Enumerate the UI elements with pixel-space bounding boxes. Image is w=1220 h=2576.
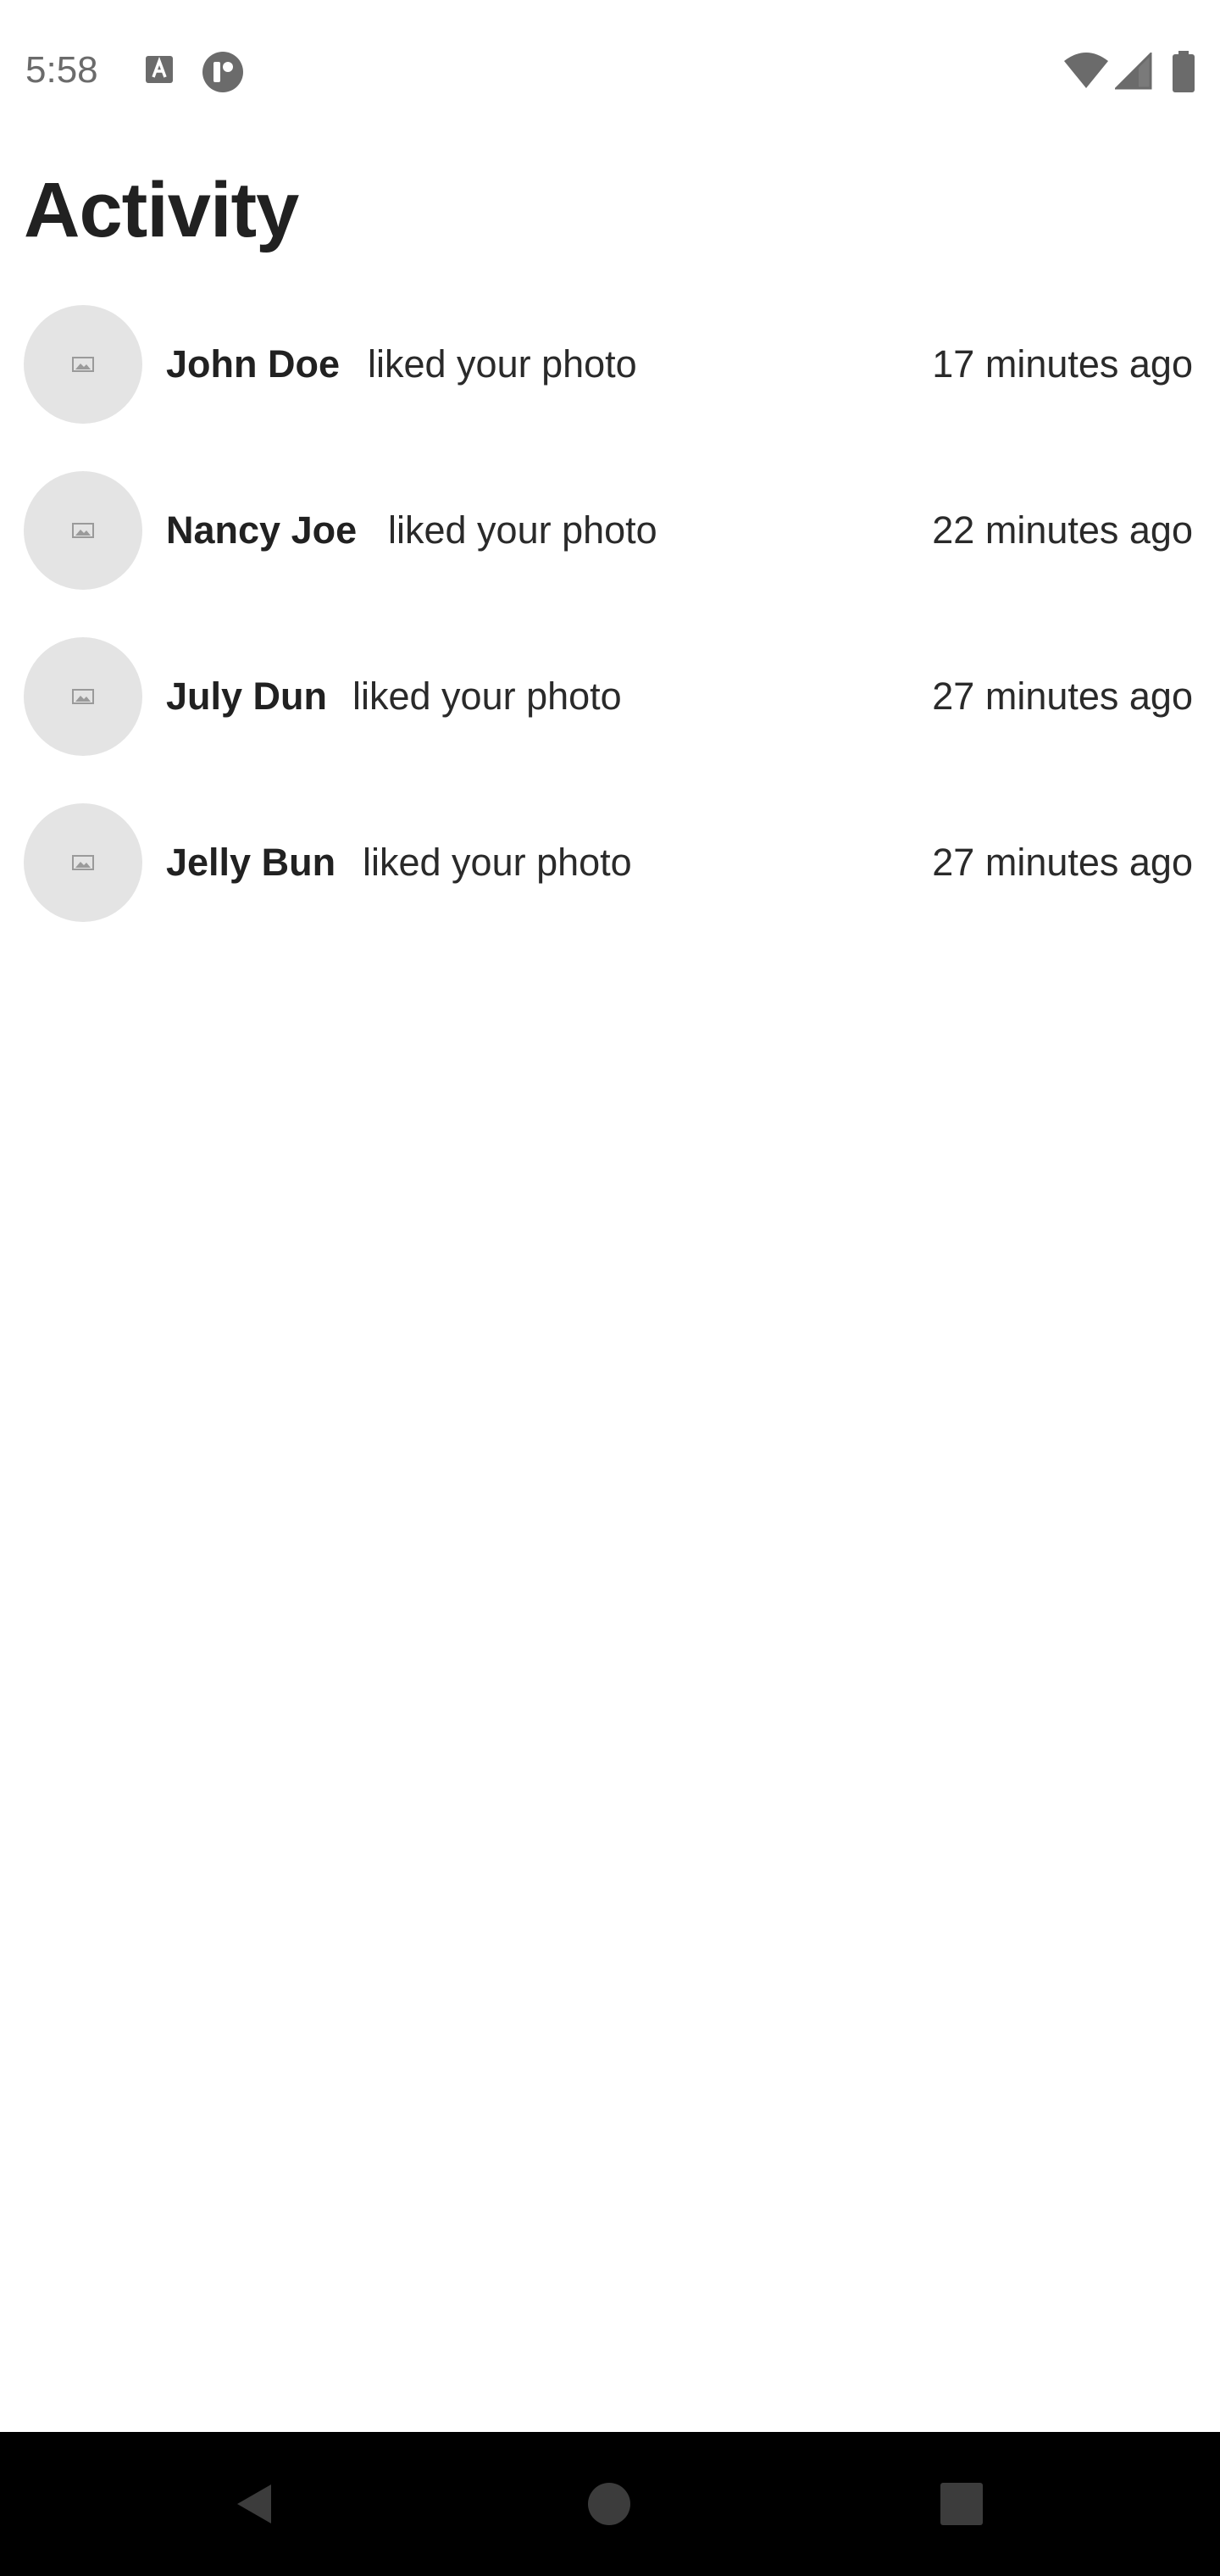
activity-action: liked your photo <box>363 841 632 884</box>
recents-icon[interactable] <box>932 2474 991 2534</box>
user-name[interactable]: Nancy Joe <box>166 508 357 552</box>
navigation-bar <box>0 2432 1220 2576</box>
user-name[interactable]: July Dun <box>166 675 327 719</box>
activity-row[interactable]: Nancy Joe liked your photo 22 minutes ag… <box>0 471 1220 637</box>
battery-icon <box>1171 51 1196 93</box>
image-placeholder-icon <box>72 357 94 372</box>
page-title: Activity <box>24 167 299 253</box>
activity-time: 22 minutes ago <box>932 508 1193 552</box>
home-icon[interactable] <box>580 2474 639 2534</box>
activity-row[interactable]: July Dun liked your photo 27 minutes ago <box>0 637 1220 803</box>
user-name[interactable]: Jelly Bun <box>166 841 336 885</box>
activity-action: liked your photo <box>352 675 622 718</box>
image-placeholder-icon <box>72 523 94 538</box>
activity-list: John Doe liked your photo 17 minutes ago… <box>0 305 1220 969</box>
user-name[interactable]: John Doe <box>166 342 340 386</box>
back-icon[interactable] <box>229 2474 288 2534</box>
image-placeholder-icon <box>72 855 94 870</box>
wifi-icon <box>1064 53 1108 90</box>
activity-time: 27 minutes ago <box>932 841 1193 884</box>
cell-signal-icon <box>1113 51 1152 90</box>
image-placeholder-icon <box>72 689 94 704</box>
avatar[interactable] <box>24 637 142 756</box>
text-a-icon <box>144 54 175 85</box>
activity-time: 17 minutes ago <box>932 342 1193 386</box>
status-bar: 5:58 <box>0 0 1220 144</box>
activity-action: liked your photo <box>388 508 657 552</box>
activity-time: 27 minutes ago <box>932 675 1193 718</box>
avatar[interactable] <box>24 803 142 922</box>
p-app-icon <box>202 51 244 93</box>
activity-row[interactable]: Jelly Bun liked your photo 27 minutes ag… <box>0 803 1220 969</box>
avatar[interactable] <box>24 305 142 424</box>
activity-action: liked your photo <box>368 342 637 386</box>
activity-row[interactable]: John Doe liked your photo 17 minutes ago <box>0 305 1220 471</box>
avatar[interactable] <box>24 471 142 590</box>
status-time: 5:58 <box>25 49 98 91</box>
